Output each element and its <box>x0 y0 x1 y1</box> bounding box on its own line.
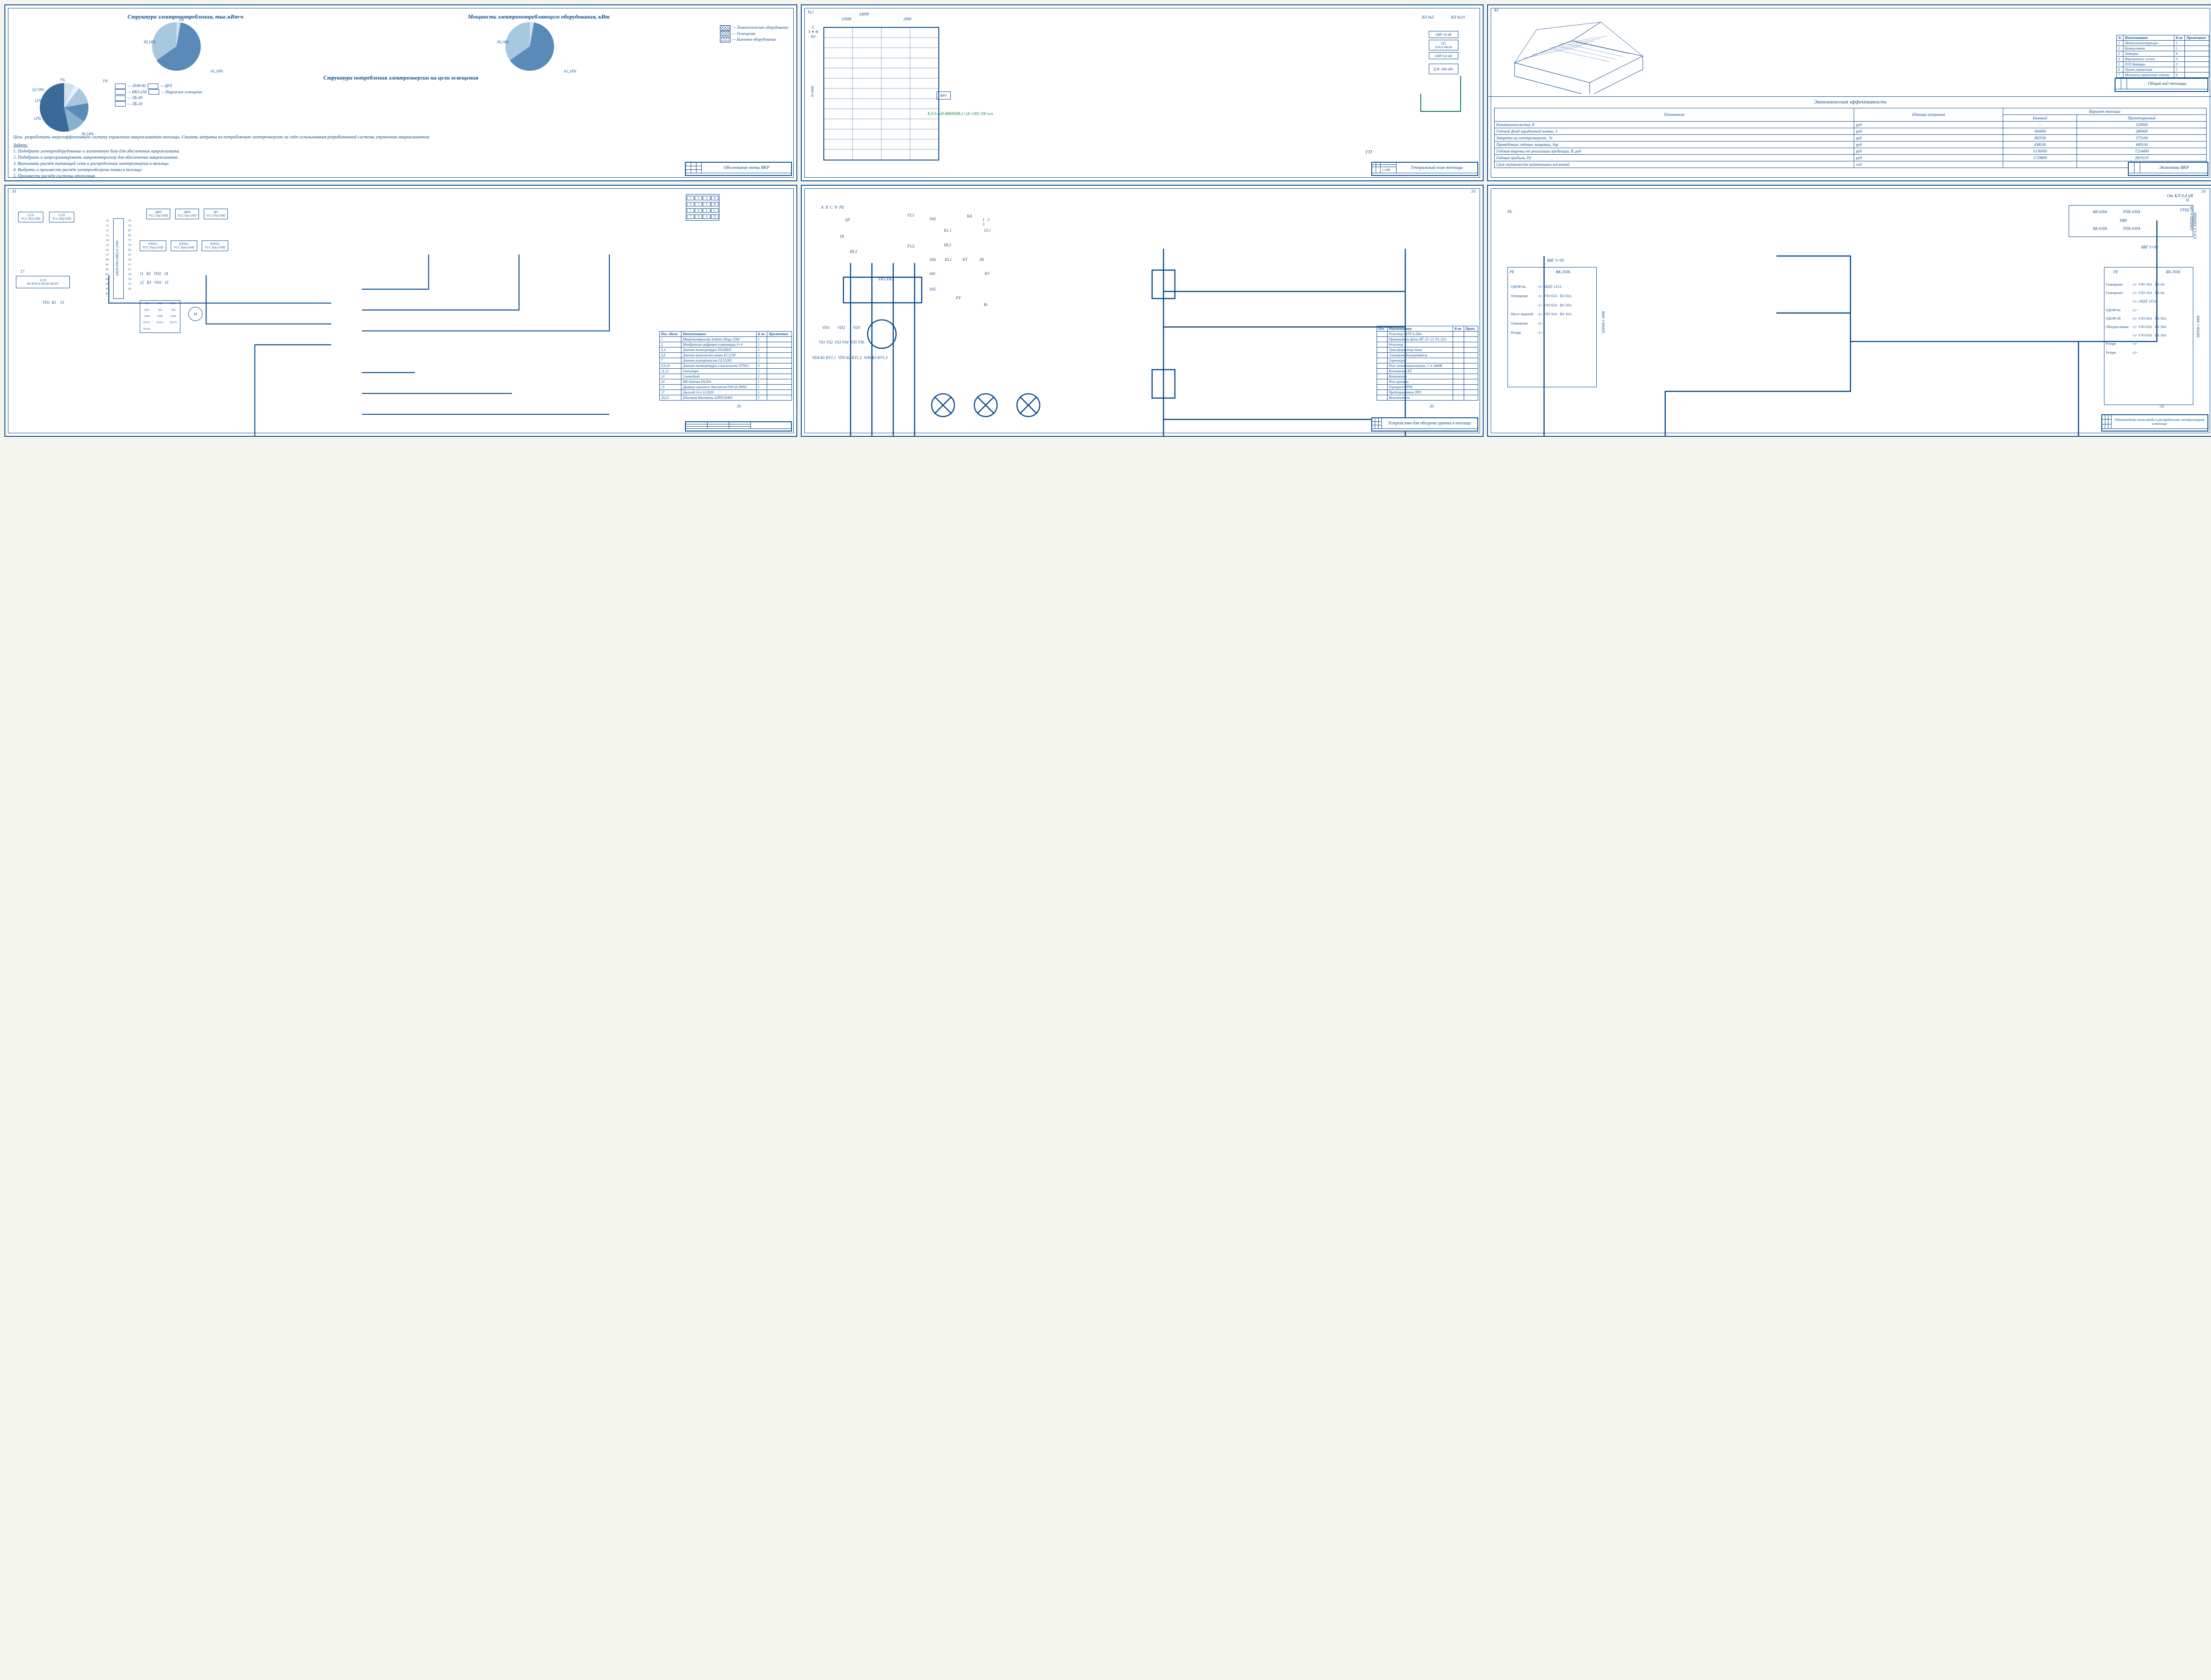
greenhouse-plan <box>819 19 952 164</box>
title-block: Однолинейная схема ввода и распределения… <box>2101 414 2208 431</box>
task-1: 1. Подобрать электрооборудование и элеме… <box>13 149 788 155</box>
isometric-view <box>1497 14 1665 94</box>
sheet-general-plan: Ц.2 С З ✦ В Ю 24000 15000 2000 <box>801 4 1484 181</box>
parts-table: №НаименованиеК-воПримечание1Металлоконст… <box>2116 35 2209 78</box>
econ-title: Экономическая эффективность <box>1490 99 2211 105</box>
tp-block: ТП10/0,4 240,00 <box>1429 40 1458 50</box>
pie1-title: Структура электропотребления, тыс.кВт·ч <box>13 13 358 20</box>
pie-chart-consumption <box>152 22 201 71</box>
tasks-header: Задачи: <box>13 142 788 149</box>
legend-c: — ЛОН-90 — ДРЛ — ИКЗ-250 — Наружное осве… <box>115 83 203 107</box>
econ-table: ПоказателиЕдиница измеренияВариант тепли… <box>1494 108 2207 168</box>
compass-icon: С З ✦ В Ю <box>808 25 819 39</box>
vru-box: ВРУ <box>937 92 951 99</box>
sheet-heater-schematic: Э3 A B C N PE <box>801 185 1484 437</box>
sheet-iso-econ: А3 №НаименованиеК-воПримечание1Металлоко… <box>1487 4 2211 181</box>
title-block: Устройство для обогрева грунта в теплице <box>1371 417 1478 431</box>
title-block: Общий вид теплицы <box>2115 78 2208 92</box>
task-5: 5. Произвести расчёт системы отопления. <box>13 173 788 179</box>
sheet-single-line: Э3 От КЛ 0,4 кВ АВБбШВ 4×240 ГРЩ ВА 630А… <box>1487 185 2211 437</box>
task-6: 6. Произвести расчёт заземляющего устрой… <box>13 179 788 181</box>
spec-table: Поз. обозн.НаименованиеК-воПримечание1Ми… <box>659 331 792 401</box>
cable-label: КЛ-0,4кВ АВБбШВ 2×(4×240) 100 м.п. <box>928 111 994 116</box>
title-block: Генеральный план теплицы 1:100 <box>1371 162 1478 176</box>
spec-table: Поз.НаименованиеК-воПрим.Резистор МЛТ-0,… <box>1377 326 1478 401</box>
pie3-title: Структура потребления электроэнергии на … <box>13 74 788 81</box>
pie2-title: Мощность электропотребляющего оборудован… <box>367 13 711 20</box>
legend-a: — Технологическое оборудование — Освещен… <box>720 25 788 43</box>
pie-chart-power <box>505 22 554 71</box>
pie-chart-lighting <box>40 83 88 132</box>
goal-text: Цель: разработать энергоэффективную сист… <box>13 134 788 141</box>
task-3: 3. Выполнить расчёт питающей сети и расп… <box>13 161 788 167</box>
task-4: 4. Выбрать и произвести расчёт электрооб… <box>13 167 788 173</box>
avr-10kv: АВР 10 кВ <box>1429 31 1458 38</box>
title-block <box>685 421 792 431</box>
title-block: Экономика ВКР <box>2128 162 2208 176</box>
task-2: 2. Подобрать и запрограммировать микроко… <box>13 155 788 161</box>
sheet-justification: Структура электропотребления, тыс.кВт·ч … <box>4 4 797 181</box>
title-block: Обоснование темы ВКР <box>685 162 792 176</box>
sheet-mcu-schematic: Э5 123A456B789C*0#D ARDUINO MEGA 2560 A0… <box>4 185 797 437</box>
